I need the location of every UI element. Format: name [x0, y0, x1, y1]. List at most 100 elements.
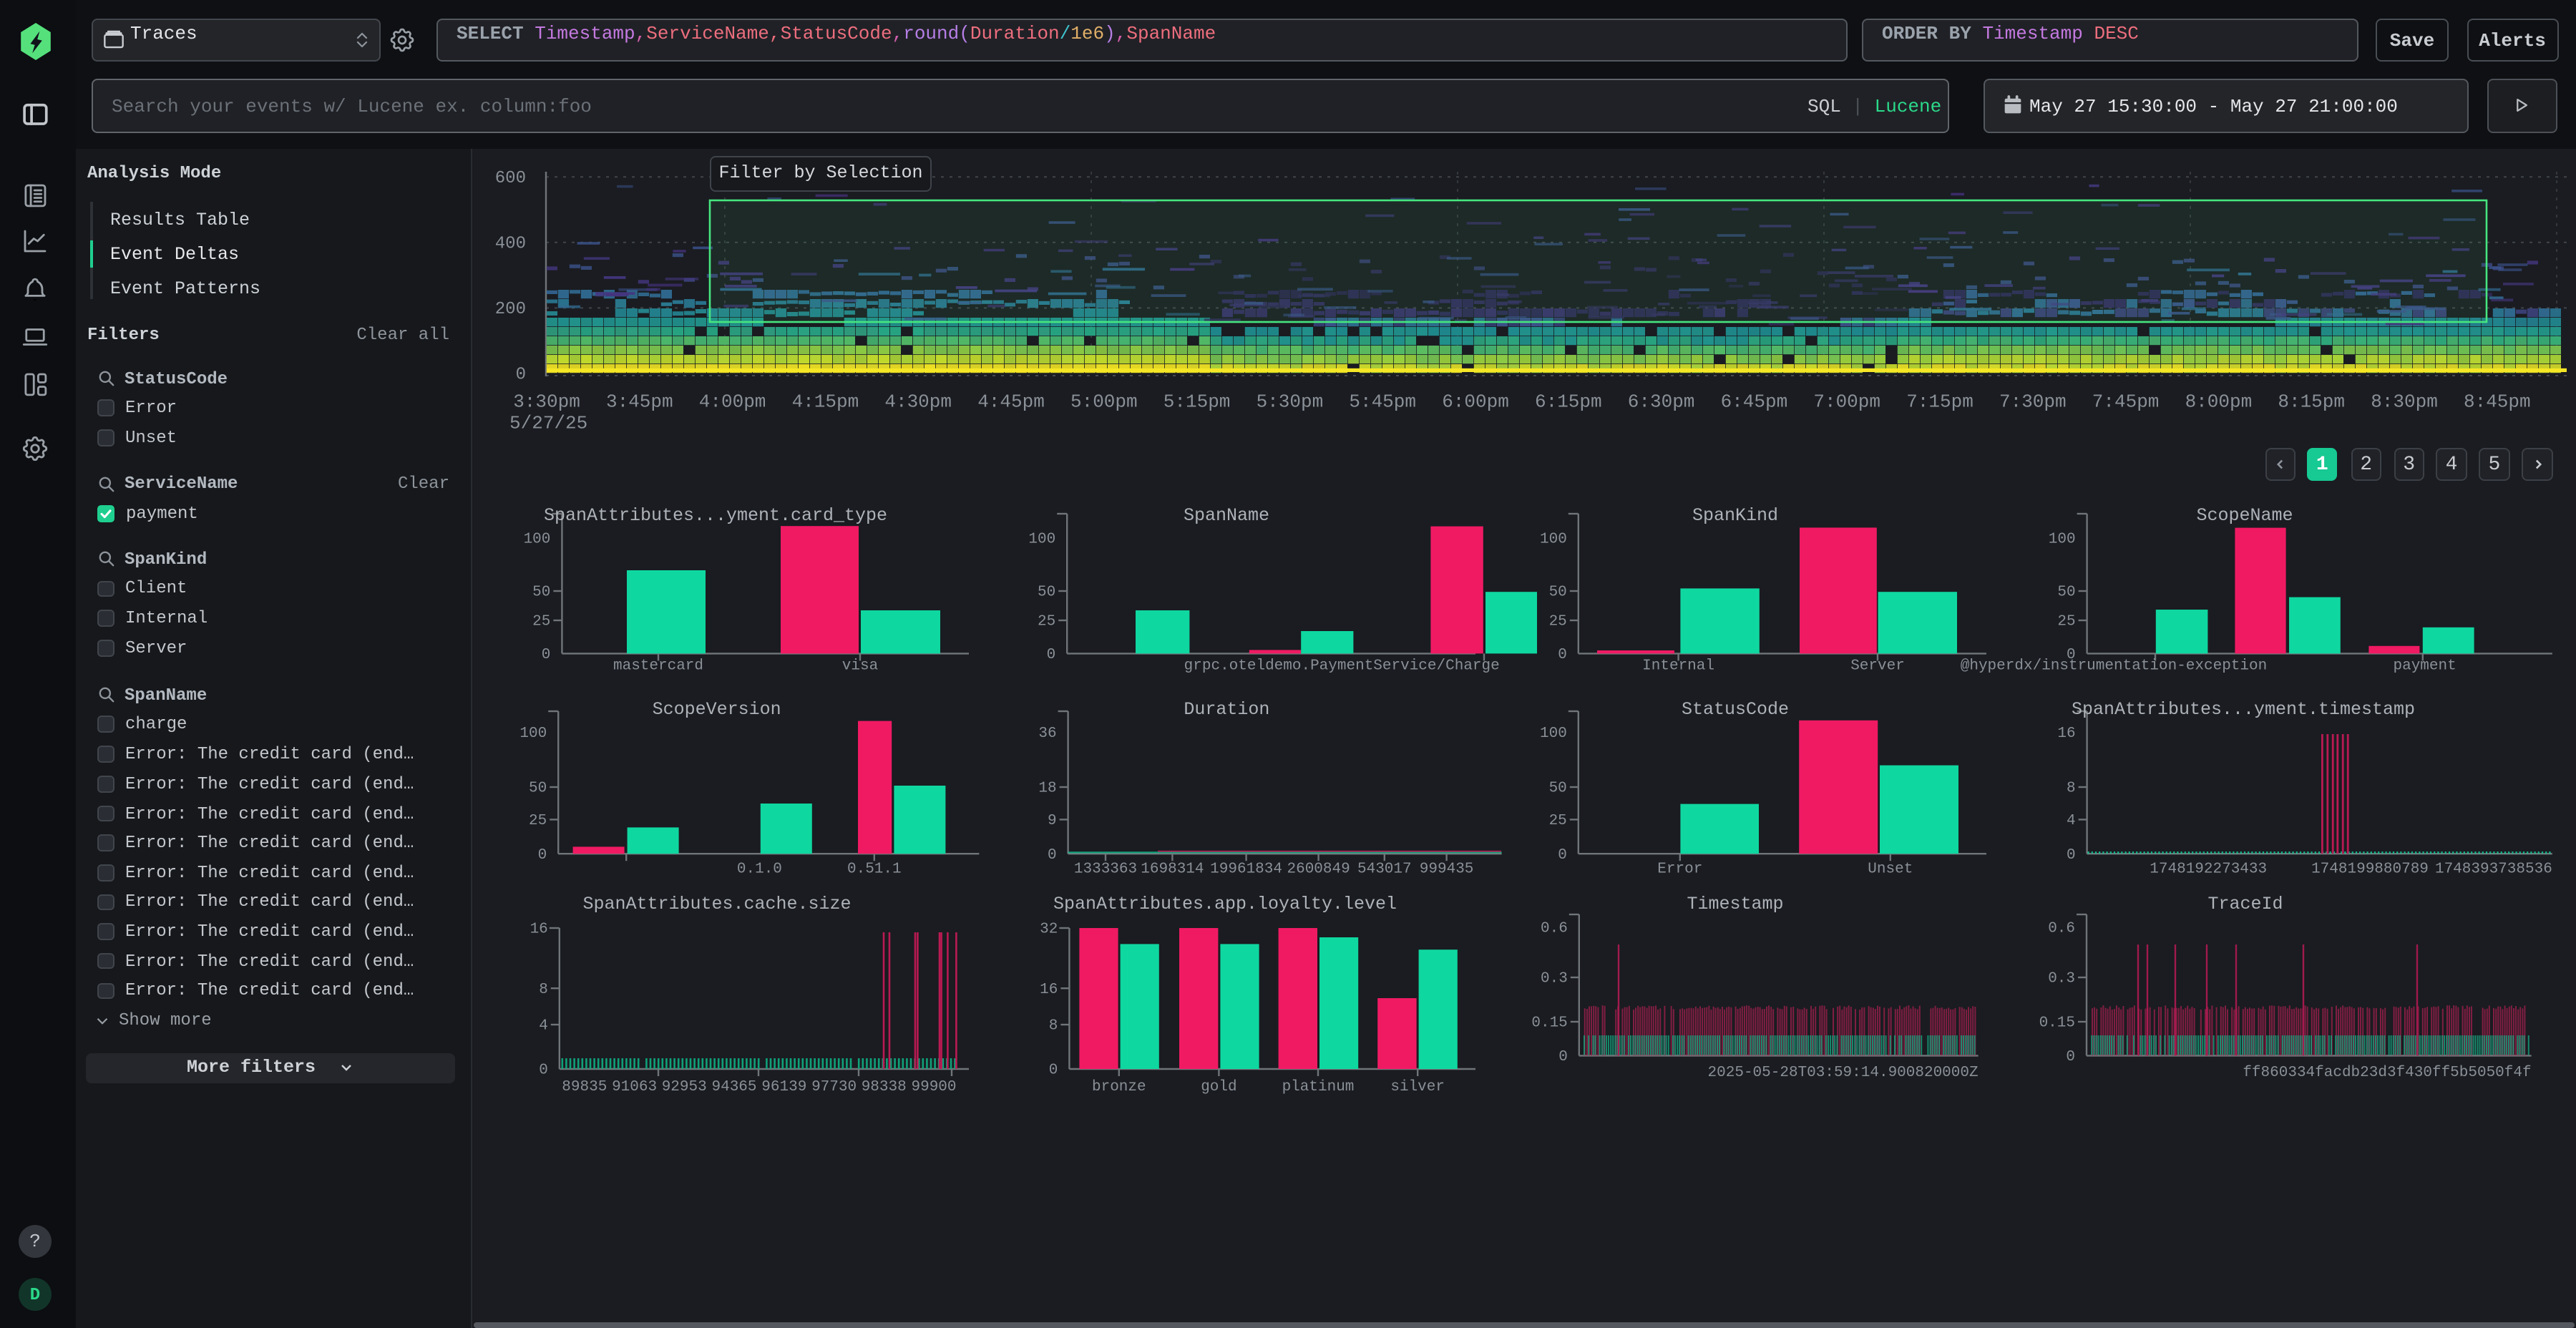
svg-text:0: 0 [2066, 1049, 2075, 1065]
svg-text:100: 100 [2049, 532, 2076, 548]
svg-text:4:30pm: 4:30pm [884, 391, 952, 412]
svg-text:SpanAttributes...yment.timesta: SpanAttributes...yment.timestamp [2072, 699, 2415, 720]
svg-text:5:15pm: 5:15pm [1163, 391, 1231, 412]
svg-text:18: 18 [1038, 781, 1056, 797]
svg-text:50: 50 [2057, 585, 2075, 601]
svg-text:50: 50 [529, 781, 547, 797]
svg-text:7:30pm: 7:30pm [1999, 391, 2067, 412]
svg-text:89835: 89835 [562, 1079, 607, 1095]
svg-text:16: 16 [2057, 726, 2075, 742]
svg-text:Internal: Internal [1642, 658, 1714, 674]
svg-text:Duration: Duration [1184, 699, 1269, 720]
svg-text:7:45pm: 7:45pm [2092, 391, 2160, 412]
svg-text:91063: 91063 [612, 1079, 657, 1095]
svg-text:25: 25 [1038, 614, 1055, 630]
svg-text:99900: 99900 [911, 1079, 956, 1095]
svg-text:0.15: 0.15 [2039, 1015, 2075, 1032]
svg-text:19961834: 19961834 [1210, 861, 1282, 878]
svg-text:6:00pm: 6:00pm [1442, 391, 1509, 412]
svg-text:mastercard: mastercard [613, 658, 703, 674]
svg-text:8:30pm: 8:30pm [2371, 391, 2438, 412]
svg-text:SpanKind: SpanKind [1692, 505, 1778, 526]
svg-text:4: 4 [2067, 813, 2076, 829]
svg-text:0.6: 0.6 [2048, 920, 2075, 937]
svg-text:600: 600 [495, 169, 526, 188]
svg-text:4: 4 [539, 1018, 548, 1035]
svg-text:Unset: Unset [1868, 861, 1913, 878]
svg-text:TraceId: TraceId [2207, 894, 2283, 914]
svg-text:0: 0 [1047, 647, 1056, 663]
svg-text:SpanAttributes.cache.size: SpanAttributes.cache.size [582, 894, 851, 914]
svg-text:0.15: 0.15 [1531, 1015, 1567, 1032]
svg-text:50: 50 [1549, 585, 1567, 601]
svg-text:StatusCode: StatusCode [1682, 699, 1789, 720]
svg-text:5:45pm: 5:45pm [1349, 391, 1416, 412]
svg-text:0.6: 0.6 [1541, 920, 1568, 937]
svg-text:0: 0 [542, 647, 551, 663]
svg-text:0.51.1: 0.51.1 [847, 861, 902, 878]
svg-text:0.1.0: 0.1.0 [737, 861, 782, 878]
svg-text:50: 50 [1549, 781, 1567, 797]
svg-text:8:00pm: 8:00pm [2185, 391, 2253, 412]
svg-text:SpanAttributes.app.loyalty.lev: SpanAttributes.app.loyalty.level [1053, 894, 1397, 914]
svg-text:2600849: 2600849 [1287, 861, 1350, 878]
svg-text:16: 16 [530, 922, 548, 938]
svg-text:999435: 999435 [1420, 861, 1474, 878]
svg-text:5:30pm: 5:30pm [1257, 391, 1324, 412]
svg-text:bronze: bronze [1092, 1079, 1146, 1095]
svg-text:ScopeName: ScopeName [2196, 505, 2293, 526]
svg-text:8: 8 [1049, 1018, 1058, 1035]
svg-text:92953: 92953 [662, 1079, 707, 1095]
svg-text:9: 9 [1048, 813, 1057, 829]
svg-text:100: 100 [1540, 726, 1567, 742]
svg-text:7:15pm: 7:15pm [1906, 391, 1974, 412]
svg-text:5:00pm: 5:00pm [1070, 391, 1138, 412]
svg-text:0: 0 [516, 366, 526, 385]
svg-text:25: 25 [532, 614, 550, 630]
svg-text:4:15pm: 4:15pm [792, 391, 859, 412]
svg-text:6:15pm: 6:15pm [1535, 391, 1602, 412]
svg-text:100: 100 [524, 532, 551, 548]
svg-text:1748192273433: 1748192273433 [2150, 861, 2267, 878]
svg-text:0: 0 [539, 1063, 548, 1079]
svg-text:543017: 543017 [1357, 861, 1412, 878]
svg-text:96139: 96139 [761, 1079, 806, 1095]
svg-text:32: 32 [1040, 922, 1058, 938]
svg-text:Server: Server [1850, 658, 1905, 674]
svg-text:8: 8 [539, 982, 548, 998]
svg-text:Error: Error [1657, 861, 1702, 878]
svg-text:100: 100 [1028, 532, 1055, 548]
svg-text:0: 0 [1558, 1049, 1568, 1065]
svg-text:ff860334facdb23d3f430ff5b5050f: ff860334facdb23d3f430ff5b5050f4f [2243, 1065, 2531, 1081]
svg-text:platinum: platinum [1282, 1079, 1355, 1095]
svg-text:3:30pm: 3:30pm [513, 391, 580, 412]
svg-text:visa: visa [842, 658, 878, 674]
svg-text:8:45pm: 8:45pm [2464, 391, 2531, 412]
svg-text:4:45pm: 4:45pm [977, 391, 1045, 412]
svg-text:grpc.oteldemo.PaymentService/C: grpc.oteldemo.PaymentService/Charge [1184, 658, 1500, 674]
svg-text:silver: silver [1390, 1079, 1445, 1095]
svg-text:25: 25 [1549, 614, 1567, 630]
svg-text:50: 50 [1038, 585, 1055, 601]
svg-text:0: 0 [1049, 1063, 1058, 1079]
svg-text:6:30pm: 6:30pm [1628, 391, 1695, 412]
svg-text:0: 0 [1558, 647, 1567, 663]
svg-text:Timestamp: Timestamp [1687, 894, 1783, 914]
svg-text:1748393738536: 1748393738536 [2435, 861, 2552, 878]
svg-text:100: 100 [1540, 532, 1567, 548]
svg-text:94365: 94365 [711, 1079, 756, 1095]
svg-text:25: 25 [529, 813, 547, 829]
svg-text:0: 0 [538, 847, 547, 864]
svg-text:0.3: 0.3 [2048, 971, 2075, 987]
svg-text:3:45pm: 3:45pm [606, 391, 673, 412]
svg-text:1698314: 1698314 [1141, 861, 1204, 878]
svg-text:SpanAttributes...yment.card_ty: SpanAttributes...yment.card_type [544, 505, 887, 526]
svg-text:payment: payment [2393, 658, 2456, 674]
svg-text:2025-05-28T03:59:14.900820000Z: 2025-05-28T03:59:14.900820000Z [1708, 1065, 1979, 1081]
svg-text:1748199880789: 1748199880789 [2311, 861, 2429, 878]
svg-text:8:15pm: 8:15pm [2278, 391, 2345, 412]
svg-text:50: 50 [532, 585, 550, 601]
svg-text:200: 200 [495, 300, 526, 319]
svg-text:0.3: 0.3 [1541, 971, 1568, 987]
svg-text:7:00pm: 7:00pm [1813, 391, 1880, 412]
